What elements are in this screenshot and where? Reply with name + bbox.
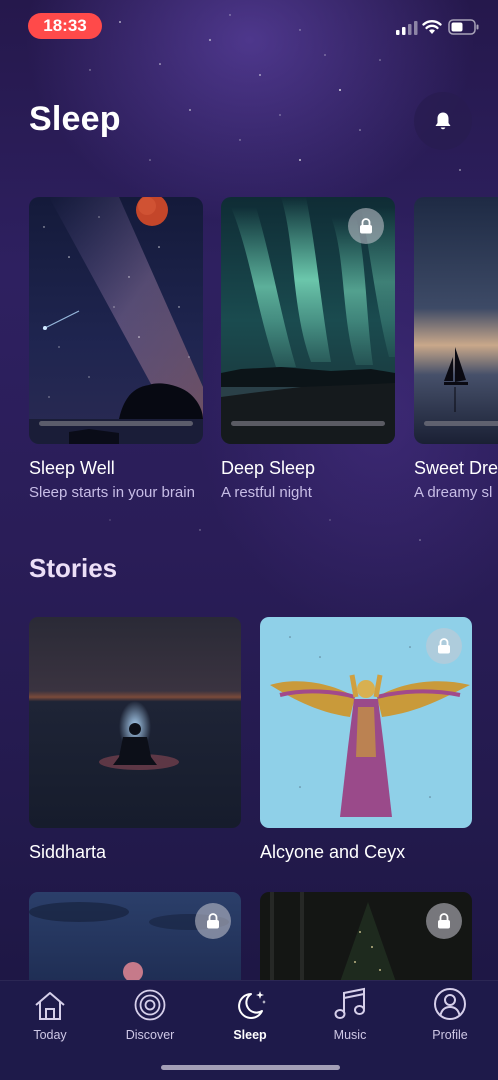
sleep-card-sweet-dreams[interactable] (414, 197, 498, 444)
lock-badge (426, 903, 462, 939)
story-card-christmas[interactable] (260, 892, 472, 992)
tab-music[interactable]: Music (305, 981, 395, 1051)
lock-icon (360, 218, 372, 234)
card-progress-bar (231, 421, 385, 426)
sleep-card-deep-sleep[interactable] (221, 197, 395, 444)
tab-profile[interactable]: Profile (405, 981, 495, 1051)
card-progress-bar (39, 421, 193, 426)
tab-label: Discover (125, 1028, 175, 1042)
story-card-siddharta[interactable] (29, 617, 241, 828)
lock-icon (438, 638, 450, 654)
lock-icon (207, 913, 219, 929)
section-title-stories: Stories (29, 553, 118, 583)
story-image-meditation (29, 617, 241, 828)
sleep-card-sleep-well[interactable] (29, 197, 203, 444)
home-icon (35, 992, 65, 1020)
card-image-milky-way (29, 197, 203, 444)
discover-icon (134, 989, 166, 1021)
lock-badge (426, 628, 462, 664)
tab-label: Profile (432, 1028, 468, 1042)
tab-label: Sleep (233, 1028, 267, 1042)
profile-icon (434, 988, 466, 1020)
card-progress-bar (424, 421, 498, 426)
sleep-card-title: Deep Sleep (221, 458, 316, 478)
sleep-card-title: Sleep Well (29, 458, 115, 478)
story-card-alcyone-and-ceyx[interactable] (260, 617, 472, 828)
sleep-card-subtitle: A restful night (221, 484, 312, 501)
status-time: 18:33 (28, 13, 102, 39)
story-title: Siddharta (29, 842, 107, 862)
notifications-button[interactable] (414, 92, 472, 150)
card-image-sailboat (414, 197, 498, 444)
tab-discover[interactable]: Discover (105, 981, 195, 1051)
wifi-icon (422, 20, 442, 34)
home-indicator[interactable] (161, 1065, 340, 1070)
sleep-card-subtitle: Sleep starts in your brain (29, 484, 195, 501)
music-note-icon (334, 987, 365, 1019)
lock-badge (195, 903, 231, 939)
lock-icon (438, 913, 450, 929)
tab-today[interactable]: Today (5, 981, 95, 1051)
tab-sleep[interactable]: Sleep (205, 981, 295, 1051)
cellular-signal-icon (396, 21, 418, 35)
sleep-card-subtitle: A dreamy sl (414, 484, 493, 501)
tab-label: Today (33, 1028, 67, 1042)
status-bar: 18:33 (0, 0, 498, 50)
story-title: Alcyone and Ceyx (260, 842, 406, 862)
battery-icon (448, 19, 479, 35)
sleep-card-title: Sweet Dre (414, 458, 498, 478)
story-card-moon[interactable] (29, 892, 241, 992)
tab-label: Music (333, 1028, 367, 1042)
moon-stars-icon (238, 991, 266, 1019)
bell-icon (435, 112, 451, 130)
lock-badge (348, 208, 384, 244)
page-title: Sleep (29, 100, 121, 138)
